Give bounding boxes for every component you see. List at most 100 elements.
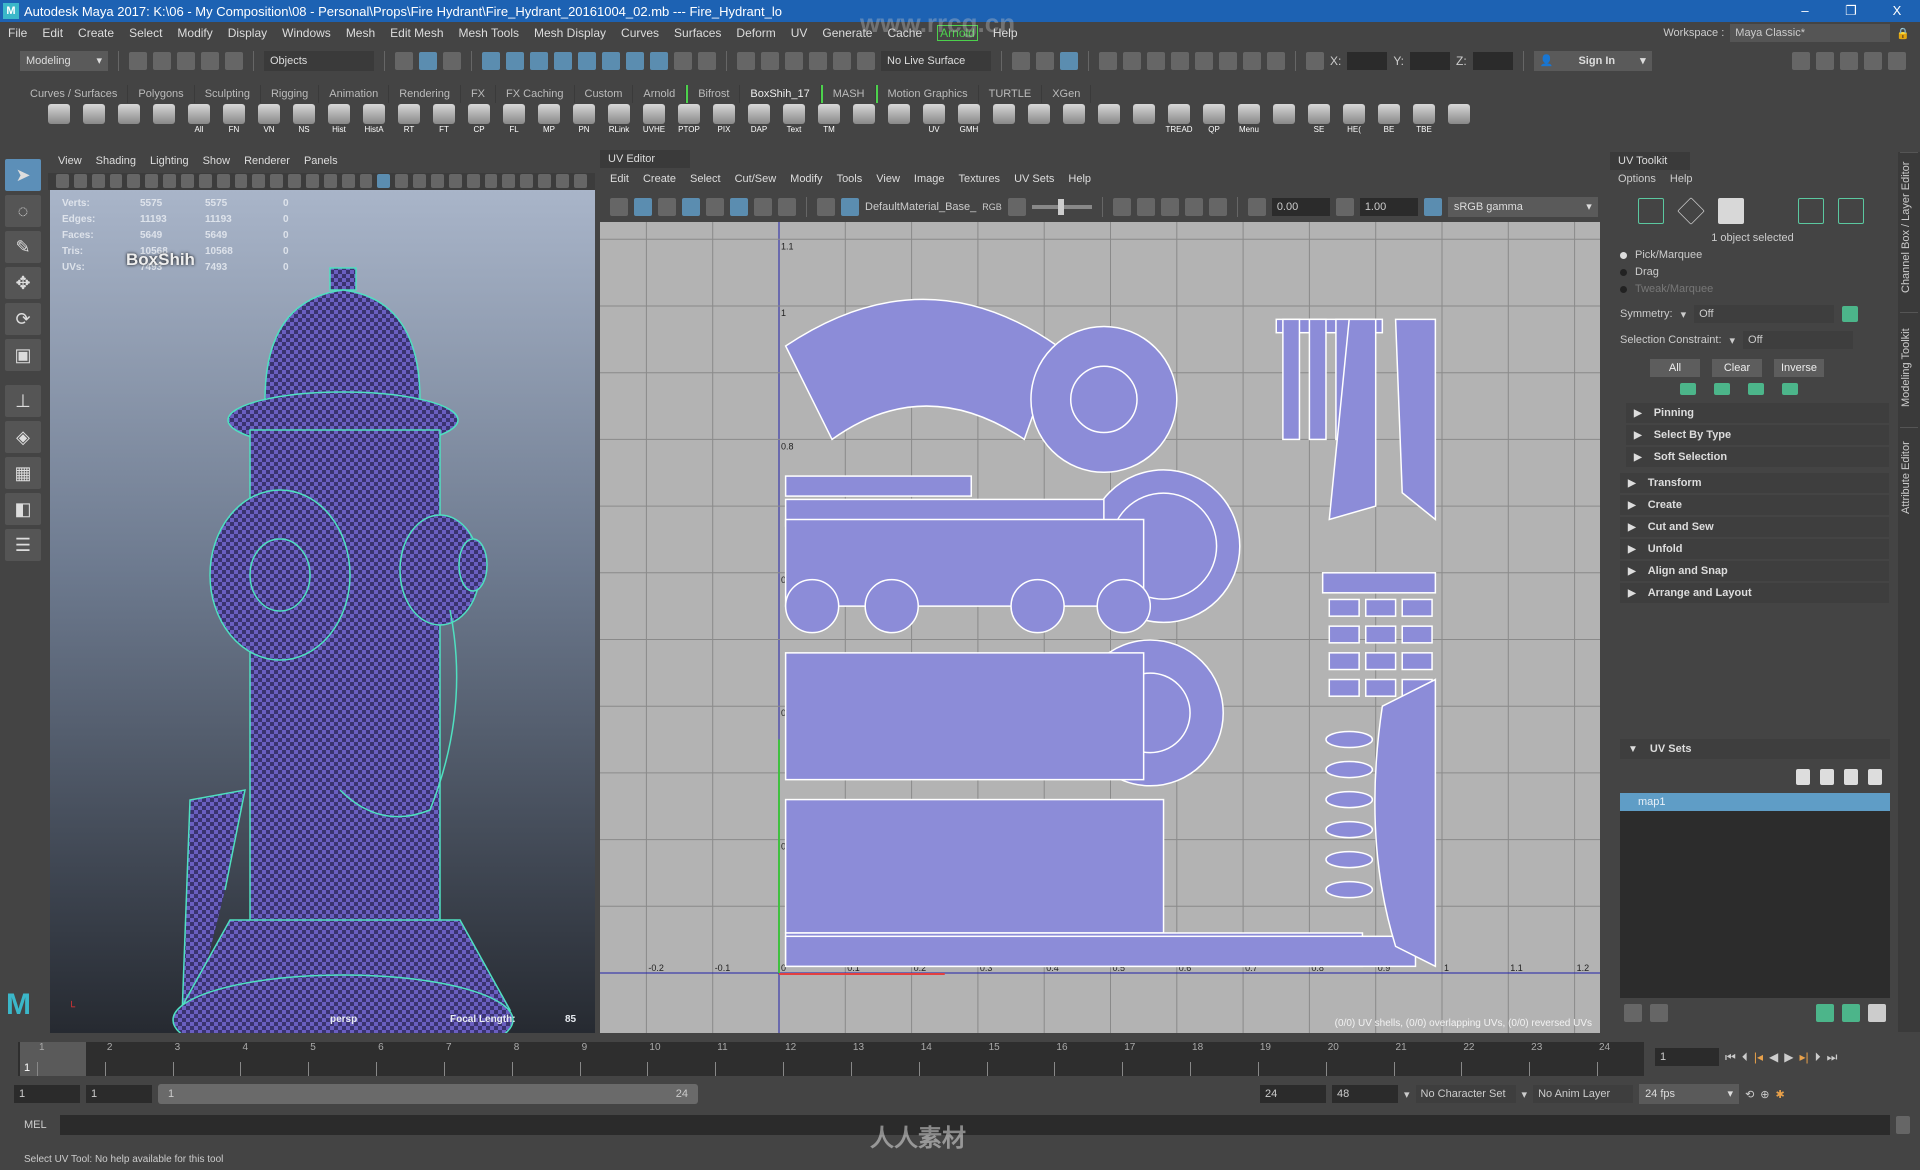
gamma-icon[interactable] xyxy=(1335,198,1354,216)
select-curves-icon[interactable] xyxy=(530,52,548,70)
pixel-snap-icon[interactable] xyxy=(1112,198,1131,216)
shelf-button-27[interactable] xyxy=(990,104,1018,140)
select-tool-icon[interactable]: ➤ xyxy=(5,159,41,191)
uv-set-select-icon[interactable] xyxy=(1650,1004,1668,1022)
snap-point-icon[interactable] xyxy=(785,52,803,70)
shelf-button-he[interactable]: HE( xyxy=(1340,104,1368,140)
snap-view-plane-icon[interactable] xyxy=(833,52,851,70)
rollout-pinning[interactable]: ▶ Pinning xyxy=(1626,403,1889,423)
uv-border-icon[interactable] xyxy=(682,198,700,216)
menu-set-dropdown[interactable]: Modeling ▾ xyxy=(20,51,108,71)
uv-distortion-icon[interactable] xyxy=(658,198,676,216)
select-deformations-icon[interactable] xyxy=(578,52,596,70)
menu-mesh[interactable]: Mesh xyxy=(346,26,375,40)
uv-set-checker-icon[interactable] xyxy=(1624,1004,1642,1022)
snap-grid-icon[interactable] xyxy=(737,52,755,70)
viewport-tool-icon[interactable] xyxy=(234,174,248,188)
shelf-button-0[interactable] xyxy=(45,104,73,140)
sign-in-button[interactable]: 👤 Sign In ▾ xyxy=(1533,51,1652,71)
select-rendering-icon[interactable] xyxy=(626,52,644,70)
rollout-unfold[interactable]: ▶ Unfold xyxy=(1620,539,1889,559)
shrink-along-loop-icon[interactable] xyxy=(1748,383,1764,395)
uv-set-item[interactable]: map1 xyxy=(1620,793,1890,811)
script-editor-icon[interactable] xyxy=(1896,1116,1910,1134)
move-tool-icon[interactable]: ✥ xyxy=(5,267,41,299)
mode-radio-tweak-marquee[interactable]: Tweak/Marquee xyxy=(1620,283,1895,295)
select-surfaces-icon[interactable] xyxy=(554,52,572,70)
single-perspective-layout-icon[interactable]: ◈ xyxy=(5,421,41,453)
paint-select-tool-icon[interactable]: ✎ xyxy=(5,231,41,263)
shelf-button-ns[interactable]: NS xyxy=(290,104,318,140)
shelf-button-mp[interactable]: MP xyxy=(535,104,563,140)
new-uv-set-icon[interactable] xyxy=(1796,769,1810,785)
shelf-button-vn[interactable]: VN xyxy=(255,104,283,140)
ipr-render-icon[interactable] xyxy=(1147,52,1165,70)
tool-settings-icon[interactable] xyxy=(1864,52,1882,70)
rollout-align-and-snap[interactable]: ▶ Align and Snap xyxy=(1620,561,1889,581)
fps-dropdown[interactable]: 24 fps ▾ xyxy=(1639,1084,1740,1104)
viewport-tool-icon[interactable] xyxy=(484,174,498,188)
start-time-field[interactable]: 1 xyxy=(14,1085,80,1103)
select-misc-icon[interactable] xyxy=(650,52,668,70)
shelf-button-40[interactable] xyxy=(1445,104,1473,140)
viewport-menu-view[interactable]: View xyxy=(58,155,82,172)
shelf-button-1[interactable] xyxy=(80,104,108,140)
minimize-button[interactable]: – xyxy=(1782,0,1828,22)
mode-radio-drag[interactable]: Drag xyxy=(1620,266,1895,278)
menu-create[interactable]: Create xyxy=(78,26,114,40)
uv-menu-modify[interactable]: Modify xyxy=(790,173,822,185)
uv-snapshot-icon[interactable] xyxy=(1868,1004,1886,1022)
uv-grid-toggle-icon[interactable] xyxy=(730,198,748,216)
viewport-tool-icon[interactable] xyxy=(127,174,141,188)
viewport-tool-icon[interactable] xyxy=(73,174,87,188)
render-settings-icon[interactable] xyxy=(1171,52,1189,70)
shelf-button-tm[interactable]: TM xyxy=(815,104,843,140)
view-transform-dropdown[interactable]: sRGB gamma ▾ xyxy=(1447,197,1598,217)
update-psd-icon[interactable] xyxy=(1160,198,1179,216)
viewport-menu-renderer[interactable]: Renderer xyxy=(244,155,290,172)
shelf-button-28[interactable] xyxy=(1025,104,1053,140)
uv-texture-space[interactable]: -0.2 -0.1 0 0.1 0.2 0.3 0.4 0.5 0.6 0.7 0.8 0.9 1 1.1… xyxy=(600,222,1600,1033)
select-hierarchy-icon[interactable] xyxy=(395,52,413,70)
rollout-cut-and-sew[interactable]: ▶ Cut and Sew xyxy=(1620,517,1889,537)
mode-radio-pick-marquee[interactable]: Pick/Marquee xyxy=(1620,249,1895,261)
step-forward-key-icon[interactable]: ▸| xyxy=(1799,1050,1808,1064)
shelf-button-3[interactable] xyxy=(150,104,178,140)
uv-menu-view[interactable]: View xyxy=(876,173,900,185)
step-back-key-icon[interactable]: |◂ xyxy=(1754,1050,1763,1064)
uv-menu-edit[interactable]: Edit xyxy=(610,173,629,185)
persp-graph-layout-icon[interactable]: ◧ xyxy=(5,493,41,525)
last-tool-icon[interactable]: ⊥ xyxy=(5,385,41,417)
shelf-button-hista[interactable]: HistA xyxy=(360,104,388,140)
menu-display[interactable]: Display xyxy=(228,26,267,40)
step-back-frame-icon[interactable]: ⏴ xyxy=(1742,1050,1748,1065)
display-image-icon[interactable] xyxy=(817,198,835,216)
select-shell-border-icon[interactable] xyxy=(1798,198,1824,224)
rollout-transform[interactable]: ▶ Transform xyxy=(1620,473,1889,493)
viewport-tool-icon[interactable] xyxy=(377,174,391,188)
restore-button[interactable]: ❐ xyxy=(1828,0,1874,22)
arnold-light-icon[interactable] xyxy=(1243,52,1261,70)
viewport-tool-icon[interactable] xyxy=(556,174,569,188)
transform-mode-icon[interactable] xyxy=(1306,52,1324,70)
shelf-button-2[interactable] xyxy=(115,104,143,140)
viewport-menu-show[interactable]: Show xyxy=(203,155,231,172)
z-field[interactable] xyxy=(1472,52,1513,70)
lock-icon[interactable]: 🔒 xyxy=(1896,27,1910,40)
shelf-button-hist[interactable]: Hist xyxy=(325,104,353,140)
render-view-icon[interactable] xyxy=(1099,52,1117,70)
viewport-menu-panels[interactable]: Panels xyxy=(304,155,338,172)
viewport-tool-icon[interactable] xyxy=(270,174,284,188)
rollout-soft-selection[interactable]: ▶ Soft Selection xyxy=(1626,447,1889,467)
step-forward-frame-icon[interactable]: ⏵ xyxy=(1815,1050,1821,1065)
select-handles-icon[interactable] xyxy=(482,52,500,70)
selection-mode-dropdown[interactable]: Objects xyxy=(264,51,374,71)
rollout-create[interactable]: ▶ Create xyxy=(1620,495,1889,515)
shelf-button-qp[interactable]: QP xyxy=(1200,104,1228,140)
shade-uv-icon[interactable] xyxy=(1184,198,1203,216)
shelf-tab-fx[interactable]: FX xyxy=(461,85,497,103)
shelf-button-dap[interactable]: DAP xyxy=(745,104,773,140)
select-dynamics-icon[interactable] xyxy=(602,52,620,70)
shelf-tab-custom[interactable]: Custom xyxy=(575,85,634,103)
shelf-button-fn[interactable]: FN xyxy=(220,104,248,140)
